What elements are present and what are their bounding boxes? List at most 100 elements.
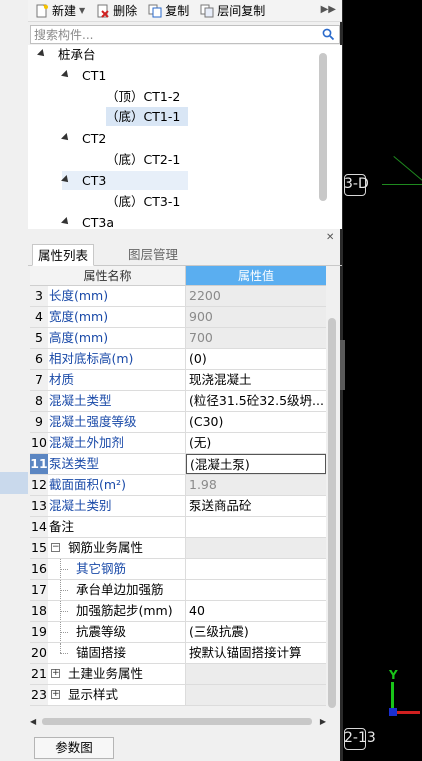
collapse-icon[interactable] [61, 175, 71, 185]
row-number: 4 [30, 307, 48, 327]
tree-connector [60, 611, 68, 612]
grid-header: 属性名称 属性值 [30, 266, 326, 286]
tree-item-label: （底）CT2-1 [106, 152, 181, 167]
expand-icon[interactable]: + [51, 669, 60, 678]
collapse-icon[interactable] [37, 49, 47, 59]
property-name: 材质 [48, 370, 186, 390]
table-row[interactable]: 17 承台单边加强筋 [30, 580, 326, 601]
axis-line [382, 184, 422, 185]
copy-button[interactable]: 复制 [145, 1, 192, 21]
grid-scrollbar[interactable] [328, 318, 336, 708]
scroll-left-icon[interactable]: ◀ [30, 717, 36, 726]
collapse-icon[interactable] [61, 217, 71, 227]
row-number: 23 [30, 685, 48, 705]
property-value[interactable] [186, 517, 326, 537]
tree-item-ct2-1[interactable]: （底）CT2-1 [106, 150, 180, 169]
search-icon[interactable] [322, 28, 335, 41]
property-value[interactable]: 40 [186, 601, 326, 621]
row-number: 7 [30, 370, 48, 390]
tree-item-label: （顶）CT1-2 [106, 89, 181, 104]
delete-button[interactable]: 删除 [93, 1, 140, 21]
property-value[interactable]: 按默认锚固搭接计算 [186, 643, 326, 663]
property-value[interactable] [186, 559, 326, 579]
tab-properties[interactable]: 属性列表 [32, 244, 95, 266]
grid-label-bottom: 2-13 [344, 730, 376, 746]
scroll-thumb[interactable] [42, 718, 312, 725]
scroll-right-icon[interactable]: ▶ [320, 717, 326, 726]
table-row[interactable]: 4 宽度(mm) 900 [30, 307, 326, 328]
table-row[interactable]: 14 备注 [30, 517, 326, 538]
property-value[interactable]: (0) [186, 349, 326, 369]
parameter-diagram-button[interactable]: 参数图 [34, 737, 114, 759]
property-value[interactable]: 1.98 [186, 475, 326, 495]
drawing-canvas[interactable]: 3-D 2-13 [342, 0, 422, 761]
property-name-text: 备注 [49, 519, 75, 534]
table-row[interactable]: 10 混凝土外加剂 (无) [30, 433, 326, 454]
tree-item-ct3-1[interactable]: （底）CT3-1 [106, 192, 180, 211]
tree-item-ct3a[interactable]: CT3a [61, 213, 114, 229]
table-row[interactable]: 3 长度(mm) 2200 [30, 286, 326, 307]
table-row[interactable]: 7 材质 现浇混凝土 [30, 370, 326, 391]
table-row[interactable]: 11 泵送类型 (混凝土泵) [30, 454, 326, 475]
collapse-icon[interactable] [61, 70, 71, 80]
collapse-icon[interactable] [61, 133, 71, 143]
property-value[interactable]: 700 [186, 328, 326, 348]
tree-item-ct1-2[interactable]: （顶）CT1-2 [106, 87, 180, 106]
close-icon[interactable]: ✕ [326, 232, 334, 243]
property-name: 抗震等级 [48, 622, 186, 642]
property-value[interactable]: 900 [186, 307, 326, 327]
tree-root-label: 桩承台 [58, 47, 96, 62]
tab-layers[interactable]: 图层管理 [123, 244, 183, 266]
table-row[interactable]: 5 高度(mm) 700 [30, 328, 326, 349]
table-row[interactable]: 21 土建业务属性 + [30, 664, 326, 685]
property-value[interactable]: (无) [186, 433, 326, 453]
table-row[interactable]: 23 显示样式 + [30, 685, 326, 706]
chevron-down-icon[interactable]: ▼ [79, 6, 85, 15]
tree-item-ct1[interactable]: CT1 [61, 66, 106, 85]
tree-item-ct3[interactable]: CT3 [61, 171, 188, 190]
row-number: 18 [30, 601, 48, 621]
table-row[interactable]: 6 相对底标高(m) (0) [30, 349, 326, 370]
property-value[interactable]: (粒径31.5砼32.5级坍... [186, 391, 326, 411]
property-value[interactable]: 2200 [186, 286, 326, 306]
property-value[interactable] [186, 580, 326, 600]
property-value[interactable] [186, 685, 326, 705]
tree-connector [60, 643, 61, 653]
more-icon[interactable]: ▶▶ [321, 4, 336, 15]
property-tabs: 属性列表 图层管理 [28, 244, 342, 266]
table-row[interactable]: 13 混凝土类别 泵送商品砼 [30, 496, 326, 517]
property-value[interactable] [186, 664, 326, 684]
table-row[interactable]: 15 钢筋业务属性 − [30, 538, 326, 559]
table-row[interactable]: 20 锚固搭接 按默认锚固搭接计算 [30, 643, 326, 664]
tree-item-ct2[interactable]: CT2 [61, 129, 107, 148]
property-value[interactable]: (混凝土泵) [186, 454, 326, 474]
property-value[interactable]: 泵送商品砼 [186, 496, 326, 516]
table-row[interactable]: 9 混凝土强度等级 (C30) [30, 412, 326, 433]
table-row[interactable]: 19 抗震等级 (三级抗震) [30, 622, 326, 643]
search-input[interactable] [31, 26, 311, 43]
tree-connector [60, 653, 68, 654]
property-value[interactable]: (C30) [186, 412, 326, 432]
tree-item-ct1-1[interactable]: （底）CT1-1 [106, 107, 188, 126]
table-row[interactable]: 12 截面面积(m²) 1.98 [30, 475, 326, 496]
table-row[interactable]: 8 混凝土类型 (粒径31.5砼32.5级坍... [30, 391, 326, 412]
property-name-text: 宽度(mm) [49, 309, 109, 324]
tree-item-label: CT3a [82, 215, 114, 229]
expand-icon[interactable]: + [51, 690, 60, 699]
collapse-icon[interactable]: − [51, 543, 60, 552]
property-value[interactable]: (三级抗震) [186, 622, 326, 642]
tree-item-label: CT2 [82, 131, 107, 146]
table-row[interactable]: 18 加强筋起步(mm) 40 [30, 601, 326, 622]
new-button[interactable]: 新建 ▼ [32, 1, 88, 21]
floor-copy-button[interactable]: 层间复制 [197, 1, 268, 21]
horizontal-scrollbar[interactable]: ◀ ▶ [30, 716, 326, 728]
property-value[interactable]: 现浇混凝土 [186, 370, 326, 390]
splitter-handle[interactable] [340, 340, 345, 390]
component-tree: 桩承台 CT1 （顶）CT1-2 （底）CT1-1 CT2 （底）CT2-1 C… [28, 45, 342, 229]
row-number: 14 [30, 517, 48, 537]
property-name: 混凝土类型 [48, 391, 186, 411]
table-row[interactable]: 16 其它钢筋 [30, 559, 326, 580]
tree-scrollbar[interactable] [319, 53, 327, 201]
property-value[interactable] [186, 538, 326, 558]
tree-root[interactable]: 桩承台 [37, 45, 96, 64]
